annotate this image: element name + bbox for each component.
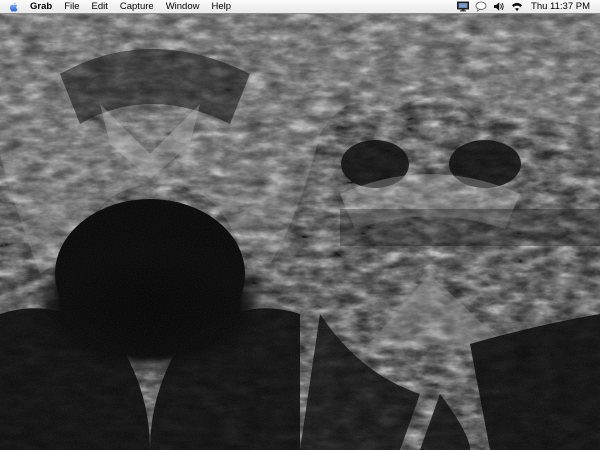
menu-help[interactable]: Help <box>205 0 237 13</box>
wifi-icon[interactable] <box>511 1 523 12</box>
display-icon[interactable] <box>457 1 469 12</box>
apple-logo-icon[interactable] <box>8 1 20 13</box>
menu-file[interactable]: File <box>58 0 85 13</box>
desktop-picture <box>0 14 600 450</box>
screen: Grab File Edit Capture Window Help Thu 1… <box>0 0 600 450</box>
menu-edit[interactable]: Edit <box>86 0 114 13</box>
app-menu-grab[interactable]: Grab <box>26 0 58 13</box>
menu-window[interactable]: Window <box>160 0 206 13</box>
menu-bar: Grab File Edit Capture Window Help Thu 1… <box>0 0 600 14</box>
menu-extras: Thu 11:37 PM <box>454 0 600 13</box>
volume-icon[interactable] <box>493 1 505 12</box>
desktop-background <box>0 14 600 450</box>
menu-clock[interactable]: Thu 11:37 PM <box>526 0 600 13</box>
menu-capture[interactable]: Capture <box>114 0 160 13</box>
chat-bubble-icon[interactable] <box>475 1 487 12</box>
